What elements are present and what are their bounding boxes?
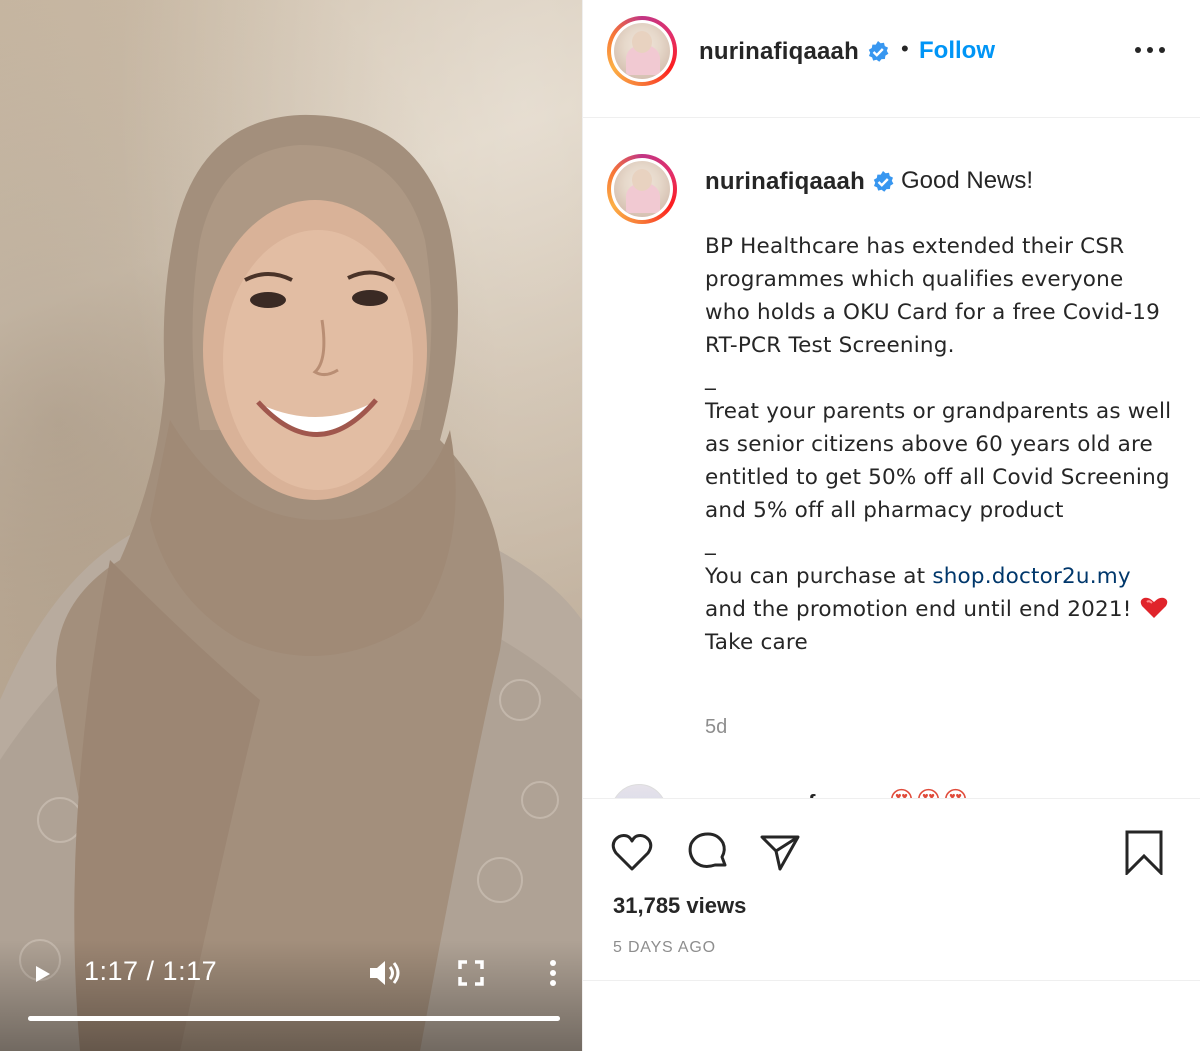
comment-avatar[interactable]	[611, 784, 667, 798]
post-options-icon[interactable]	[1133, 44, 1167, 56]
volume-icon[interactable]	[368, 958, 402, 988]
caption-separator: _	[705, 366, 716, 391]
verified-badge-icon	[873, 171, 894, 192]
share-icon[interactable]	[757, 829, 803, 875]
video-player[interactable]: 1:17 / 1:17	[0, 0, 582, 1051]
caption-paragraph-purchase: You can purchase at shop.doctor2u.my and…	[705, 560, 1175, 659]
caption-body: BP Healthcare has extended their CSR pro…	[705, 230, 1175, 659]
post-side-panel: nurinafiqaaah • Follow nurinafiqaaah Goo…	[582, 0, 1200, 1051]
header-avatar[interactable]	[607, 16, 677, 86]
video-time-display: 1:17 / 1:17	[84, 956, 218, 986]
caption-avatar[interactable]	[607, 154, 677, 224]
caption-area: nurinafiqaaah Good News! BP Healthcare h…	[583, 118, 1200, 798]
caption-first-line: Good News!	[901, 167, 1034, 194]
caption-purchase-suffix: and the promotion end until end 2021!	[705, 597, 1139, 622]
posted-date[interactable]: 5 DAYS AGO	[613, 939, 716, 957]
caption-purchase-prefix: You can purchase at	[705, 564, 933, 589]
comment-text: 😍😍😍	[889, 786, 970, 798]
heart-icon[interactable]	[609, 829, 655, 875]
comment-username[interactable]: mymo.perfume	[703, 790, 861, 798]
header-username[interactable]: nurinafiqaaah	[699, 38, 859, 66]
caption-username[interactable]: nurinafiqaaah	[705, 168, 865, 196]
caption-time-ago[interactable]: 5d	[705, 716, 727, 739]
video-frame-portrait	[0, 114, 582, 1051]
caption-closing: Take care	[705, 630, 808, 655]
video-more-options-icon[interactable]	[548, 959, 558, 987]
verified-badge-icon	[868, 41, 889, 62]
post-header: nurinafiqaaah • Follow	[583, 0, 1200, 118]
video-controls-bar: 1:17 / 1:17	[0, 940, 582, 1051]
red-heart-emoji-icon	[1140, 597, 1167, 618]
post-actions-bar: 31,785 views 5 DAYS AGO	[583, 798, 1200, 981]
video-progress-bar[interactable]	[28, 1016, 560, 1021]
comment-icon[interactable]	[685, 829, 731, 875]
views-count[interactable]: 31,785 views	[613, 893, 746, 919]
play-icon[interactable]	[30, 962, 54, 986]
caption-paragraph: BP Healthcare has extended their CSR pro…	[705, 234, 1161, 358]
shop-link[interactable]: shop.doctor2u.my	[932, 564, 1131, 589]
comment-item: mymo.perfume 😍😍😍	[611, 784, 1171, 798]
caption-separator: _	[705, 531, 716, 556]
header-separator: •	[901, 36, 909, 61]
follow-button[interactable]: Follow	[919, 37, 995, 65]
caption-paragraph: Treat your parents or grandparents as we…	[705, 399, 1172, 523]
video-progress-fill	[28, 1016, 560, 1021]
bookmark-icon[interactable]	[1121, 829, 1167, 875]
fullscreen-icon[interactable]	[458, 960, 484, 986]
